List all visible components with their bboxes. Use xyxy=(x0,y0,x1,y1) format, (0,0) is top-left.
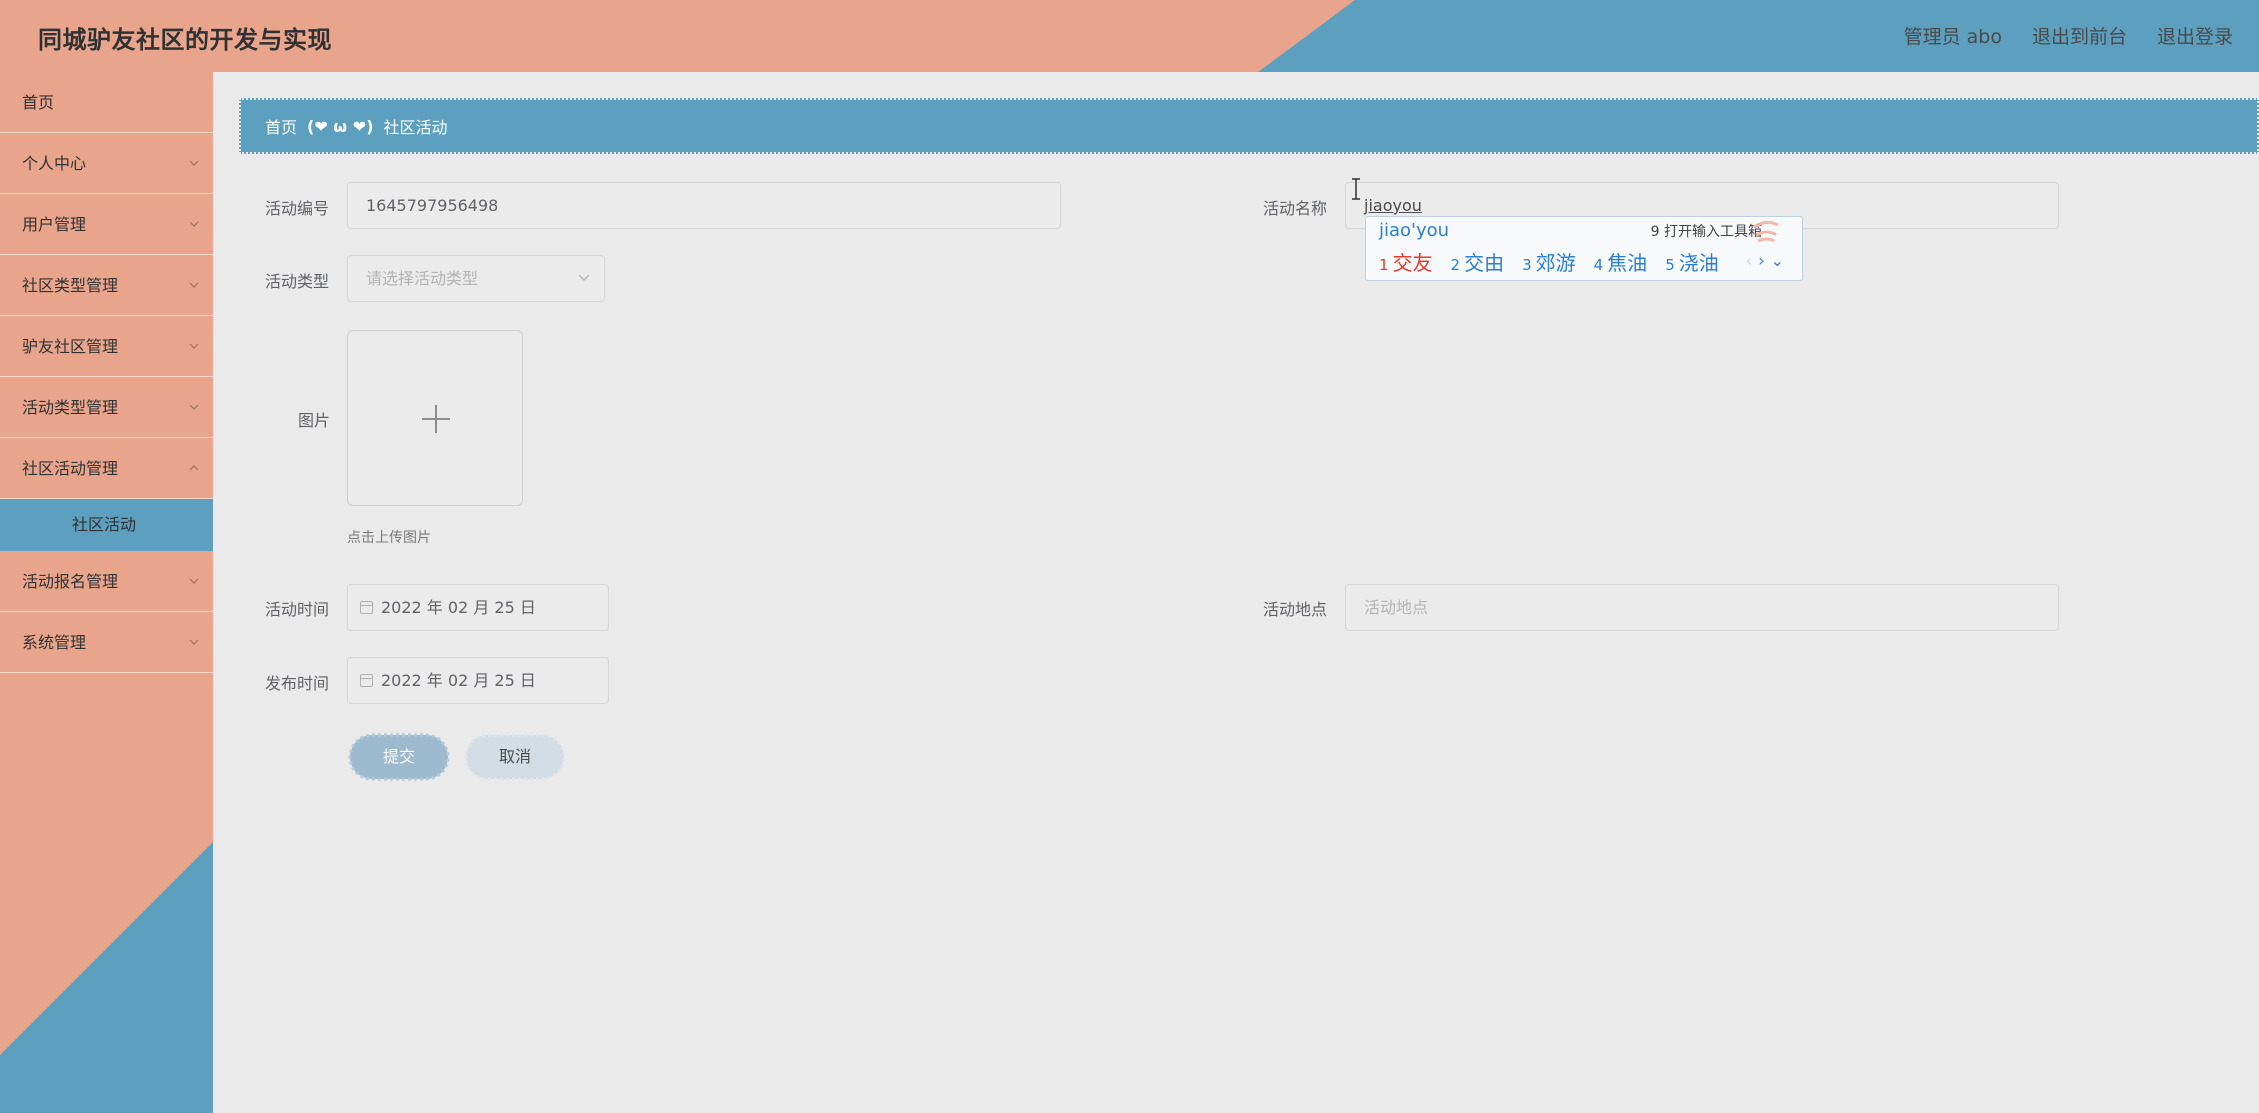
breadcrumb: 首页 (❤ ω ❤) 社区活动 xyxy=(239,98,2259,154)
chevron-down-icon xyxy=(578,274,590,281)
chevron-up-icon xyxy=(189,465,199,471)
chevron-right-icon[interactable]: › xyxy=(1758,251,1770,270)
sidebar-item-label: 活动报名管理 xyxy=(22,572,119,591)
sidebar-item-label: 社区类型管理 xyxy=(22,276,119,295)
chevron-down-icon xyxy=(189,578,199,584)
ime-page-nav: ‹›⌄ xyxy=(1746,251,1790,270)
location-input[interactable]: 活动地点 xyxy=(1345,584,2059,631)
ime-candidate-list: 1 交友 2 交由 3 郊游 4 焦油 5 浇油 xyxy=(1379,247,1719,276)
chevron-down-icon[interactable]: ⌄ xyxy=(1771,251,1790,270)
breadcrumb-separator: (❤ ω ❤) xyxy=(307,116,374,136)
activity-type-select[interactable]: 请选择活动类型 xyxy=(347,255,605,302)
sidebar-item-user-management[interactable]: 用户管理 xyxy=(0,194,213,255)
image-label: 图片 xyxy=(298,411,331,430)
ime-candidate-popup: jiao'you 9 打开输入工具箱 1 交友 2 交由 3 郊游 4 焦油 5 浇油 ‹… xyxy=(1365,216,1803,281)
calendar-icon xyxy=(360,674,373,687)
chevron-down-icon xyxy=(189,221,199,227)
ime-composition: jiao'you xyxy=(1379,220,1450,241)
sidebar-item-label: 个人中心 xyxy=(22,154,87,173)
image-upload-button[interactable] xyxy=(347,330,523,506)
chevron-left-icon[interactable]: ‹ xyxy=(1746,251,1758,270)
location-placeholder: 活动地点 xyxy=(1364,598,1429,617)
sidebar: 首页 个人中心 用户管理 社区类型管理 驴友社区管理 活动类型管理 社区活动管理… xyxy=(0,72,213,1113)
text-cursor-icon xyxy=(1352,178,1360,200)
ime-toolbox-link[interactable]: 9 打开输入工具箱 xyxy=(1651,221,1762,241)
sidebar-menu: 首页 个人中心 用户管理 社区类型管理 驴友社区管理 活动类型管理 社区活动管理… xyxy=(0,72,213,673)
logout-link[interactable]: 退出登录 xyxy=(2157,22,2233,49)
activity-time-label: 活动时间 xyxy=(265,600,330,619)
activity-type-placeholder: 请选择活动类型 xyxy=(366,269,479,288)
calendar-icon xyxy=(360,601,373,614)
activity-name-label: 活动名称 xyxy=(1263,199,1328,218)
sidebar-item-activity-signup[interactable]: 活动报名管理 xyxy=(0,551,213,612)
sidebar-item-label: 系统管理 xyxy=(22,633,87,652)
chevron-down-icon xyxy=(189,160,199,166)
sidebar-item-label: 活动类型管理 xyxy=(22,398,119,417)
activity-type-label: 活动类型 xyxy=(265,272,330,291)
chevron-down-icon xyxy=(189,343,199,349)
upload-hint: 点击上传图片 xyxy=(347,530,431,546)
submit-button-label: 提交 xyxy=(382,747,415,766)
sidebar-item-travel-community[interactable]: 驴友社区管理 xyxy=(0,316,213,377)
sidebar-item-community-type[interactable]: 社区类型管理 xyxy=(0,255,213,316)
chevron-down-icon xyxy=(189,639,199,645)
sidebar-item-community-activity-management[interactable]: 社区活动管理 xyxy=(0,438,213,499)
sidebar-item-activity-type[interactable]: 活动类型管理 xyxy=(0,377,213,438)
plus-icon xyxy=(422,405,450,433)
ime-candidate[interactable]: 1 交友 xyxy=(1379,247,1433,276)
sidebar-item-system-management[interactable]: 系统管理 xyxy=(0,612,213,673)
sidebar-subitem-community-activity[interactable]: 社区活动 xyxy=(0,499,213,551)
sidebar-item-label: 社区活动管理 xyxy=(22,459,119,478)
activity-no-input[interactable]: 1645797956498 xyxy=(347,182,1061,229)
sidebar-item-label: 驴友社区管理 xyxy=(22,337,119,356)
ime-candidate[interactable]: 5 浇油 xyxy=(1665,247,1719,276)
ime-candidate[interactable]: 3 郊游 xyxy=(1522,247,1576,276)
submit-button[interactable]: 提交 xyxy=(347,732,451,782)
sidebar-item-home[interactable]: 首页 xyxy=(0,72,213,133)
publish-time-label: 发布时间 xyxy=(265,674,330,693)
app-title: 同城驴友社区的开发与实现 xyxy=(38,26,332,54)
cancel-button-label: 取消 xyxy=(498,747,531,766)
admin-user-label[interactable]: 管理员 abo xyxy=(1904,22,2002,49)
breadcrumb-current: 社区活动 xyxy=(383,118,448,137)
chevron-down-icon xyxy=(189,282,199,288)
sidebar-item-label: 用户管理 xyxy=(22,215,87,234)
ime-candidate[interactable]: 4 焦油 xyxy=(1594,247,1648,276)
publish-time-value: 2022 年 02 月 25 日 xyxy=(381,671,536,690)
location-label: 活动地点 xyxy=(1263,600,1328,619)
header-actions: 管理员 abo 退出到前台 退出登录 xyxy=(1904,22,2233,49)
exit-to-front-link[interactable]: 退出到前台 xyxy=(2032,22,2127,49)
chevron-down-icon xyxy=(189,404,199,410)
publish-time-datepicker[interactable]: 2022 年 02 月 25 日 xyxy=(347,657,609,704)
cancel-button[interactable]: 取消 xyxy=(463,732,567,782)
sidebar-item-label: 首页 xyxy=(22,93,55,112)
sidebar-item-personal-center[interactable]: 个人中心 xyxy=(0,133,213,194)
activity-no-label: 活动编号 xyxy=(265,199,330,218)
breadcrumb-home[interactable]: 首页 xyxy=(265,114,297,138)
ime-candidate[interactable]: 2 交由 xyxy=(1451,247,1505,276)
ime-logo-icon xyxy=(1753,220,1779,243)
top-header: 同城驴友社区的开发与实现 管理员 abo 退出到前台 退出登录 xyxy=(0,0,2259,72)
activity-name-value: jiaoyou xyxy=(1364,196,1422,215)
activity-time-datepicker[interactable]: 2022 年 02 月 25 日 xyxy=(347,584,609,631)
activity-time-value: 2022 年 02 月 25 日 xyxy=(381,598,536,617)
